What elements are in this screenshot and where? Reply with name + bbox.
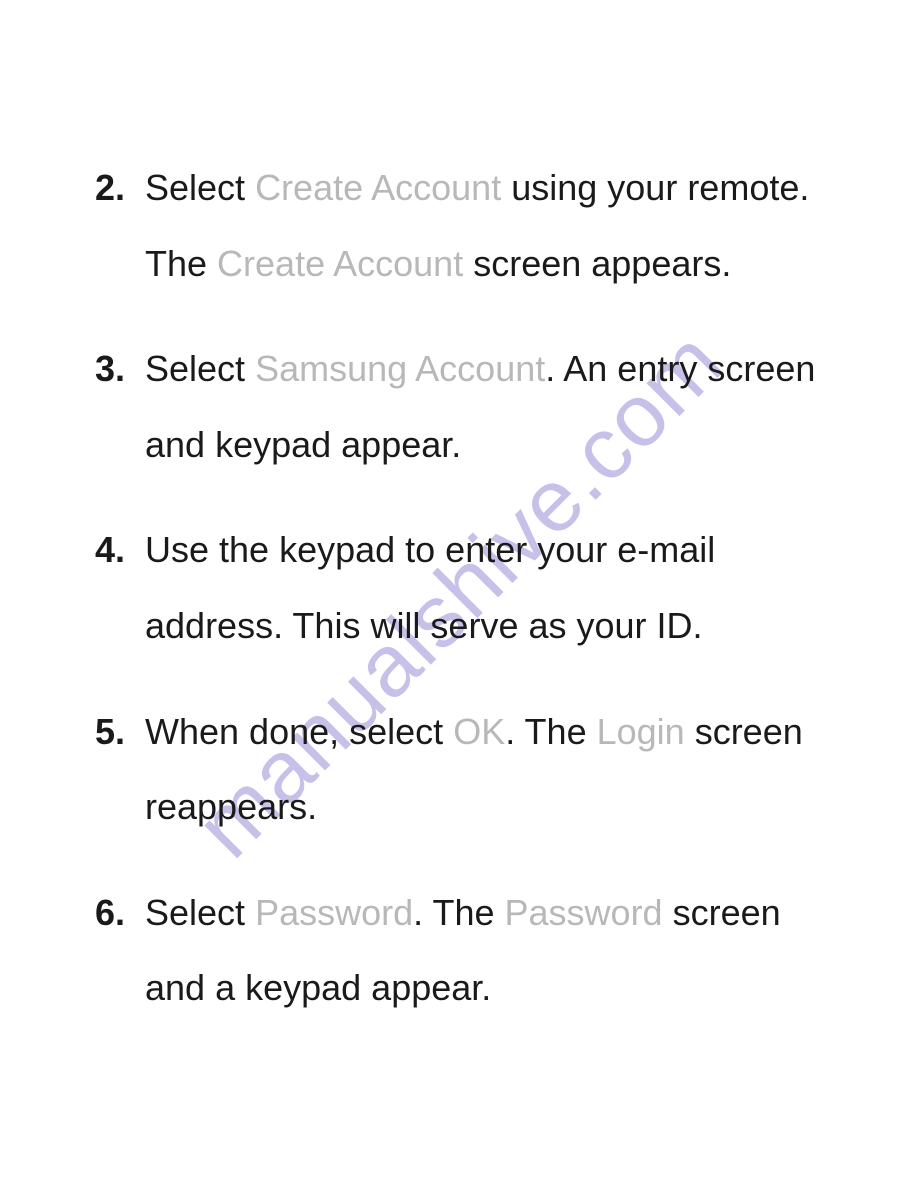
highlighted-term: Create Account xyxy=(255,167,501,208)
step-text: screen appears. xyxy=(463,243,731,284)
highlighted-term: Samsung Account xyxy=(255,348,545,389)
step-text: Select xyxy=(145,892,255,933)
highlighted-term: Password xyxy=(505,892,663,933)
instruction-step: 5When done, select OK. The Login screen … xyxy=(95,694,848,845)
instruction-list: 2Select Create Account using your remote… xyxy=(95,150,848,1026)
step-text: . The xyxy=(505,711,596,752)
step-text: Use the keypad to enter your e-mail addr… xyxy=(145,529,715,646)
step-number: 6 xyxy=(95,875,125,951)
instruction-step: 6Select Password. The Password screen an… xyxy=(95,875,848,1026)
step-text: Select xyxy=(145,348,255,389)
step-number: 5 xyxy=(95,694,125,770)
instruction-step: 4 Use the keypad to enter your e-mail add… xyxy=(95,512,848,663)
step-number: 2 xyxy=(95,150,125,226)
step-number: 4 xyxy=(95,512,125,588)
instruction-step: 3Select Samsung Account. An entry screen… xyxy=(95,331,848,482)
highlighted-term: Password xyxy=(255,892,413,933)
step-number: 3 xyxy=(95,331,125,407)
step-text: Select xyxy=(145,167,255,208)
highlighted-term: OK xyxy=(453,711,505,752)
instruction-step: 2Select Create Account using your remote… xyxy=(95,150,848,301)
step-text: When done, select xyxy=(145,711,453,752)
highlighted-term: Create Account xyxy=(217,243,463,284)
step-text: . The xyxy=(413,892,504,933)
highlighted-term: Login xyxy=(597,711,685,752)
